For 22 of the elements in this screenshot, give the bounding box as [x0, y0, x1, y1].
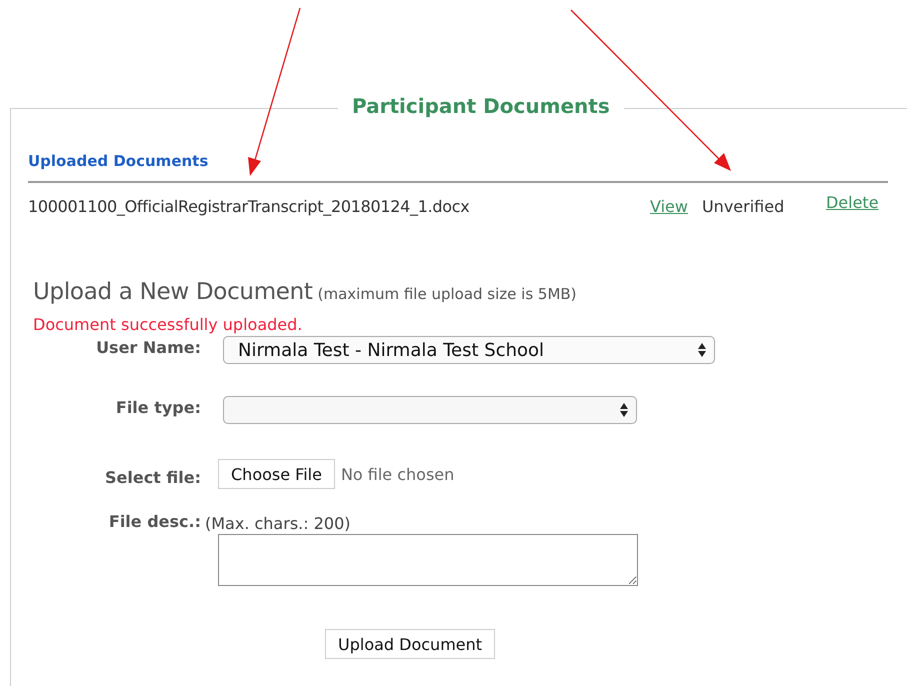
file-status: No file chosen [340, 464, 454, 484]
size-note: (maximum file upload size is 5MB) [318, 285, 577, 303]
up-down-arrows-icon [698, 343, 706, 357]
success-message: Document successfully uploaded. [33, 315, 304, 334]
field-label: Select file: [104, 467, 201, 489]
dropdown[interactable] [223, 396, 637, 424]
field-hint: (Max. chars.: 200) [205, 514, 352, 533]
field-label: File type: [114, 397, 201, 419]
section-heading: Uploaded Documents [28, 151, 210, 171]
field-label: User Name: [95, 337, 201, 359]
dropdown[interactable]: Nirmala Test - Nirmala Test School [223, 336, 715, 364]
field-label: File desc.: [108, 512, 201, 533]
form-heading: Upload a New Document [33, 279, 313, 305]
panel-title: Participant Documents [351, 94, 611, 118]
status-text: Unverified [702, 196, 786, 216]
delete-link[interactable]: Delete [826, 192, 879, 212]
file-name: 100001100_OfficialRegistrarTranscript_20180124_1.docx [28, 196, 470, 216]
upload-button[interactable]: Upload Document [325, 629, 496, 659]
description-field[interactable] [218, 534, 638, 586]
up-down-arrows-icon [620, 403, 628, 417]
choose-file-button[interactable]: Choose File [218, 459, 335, 489]
view-link[interactable]: View [650, 196, 688, 216]
